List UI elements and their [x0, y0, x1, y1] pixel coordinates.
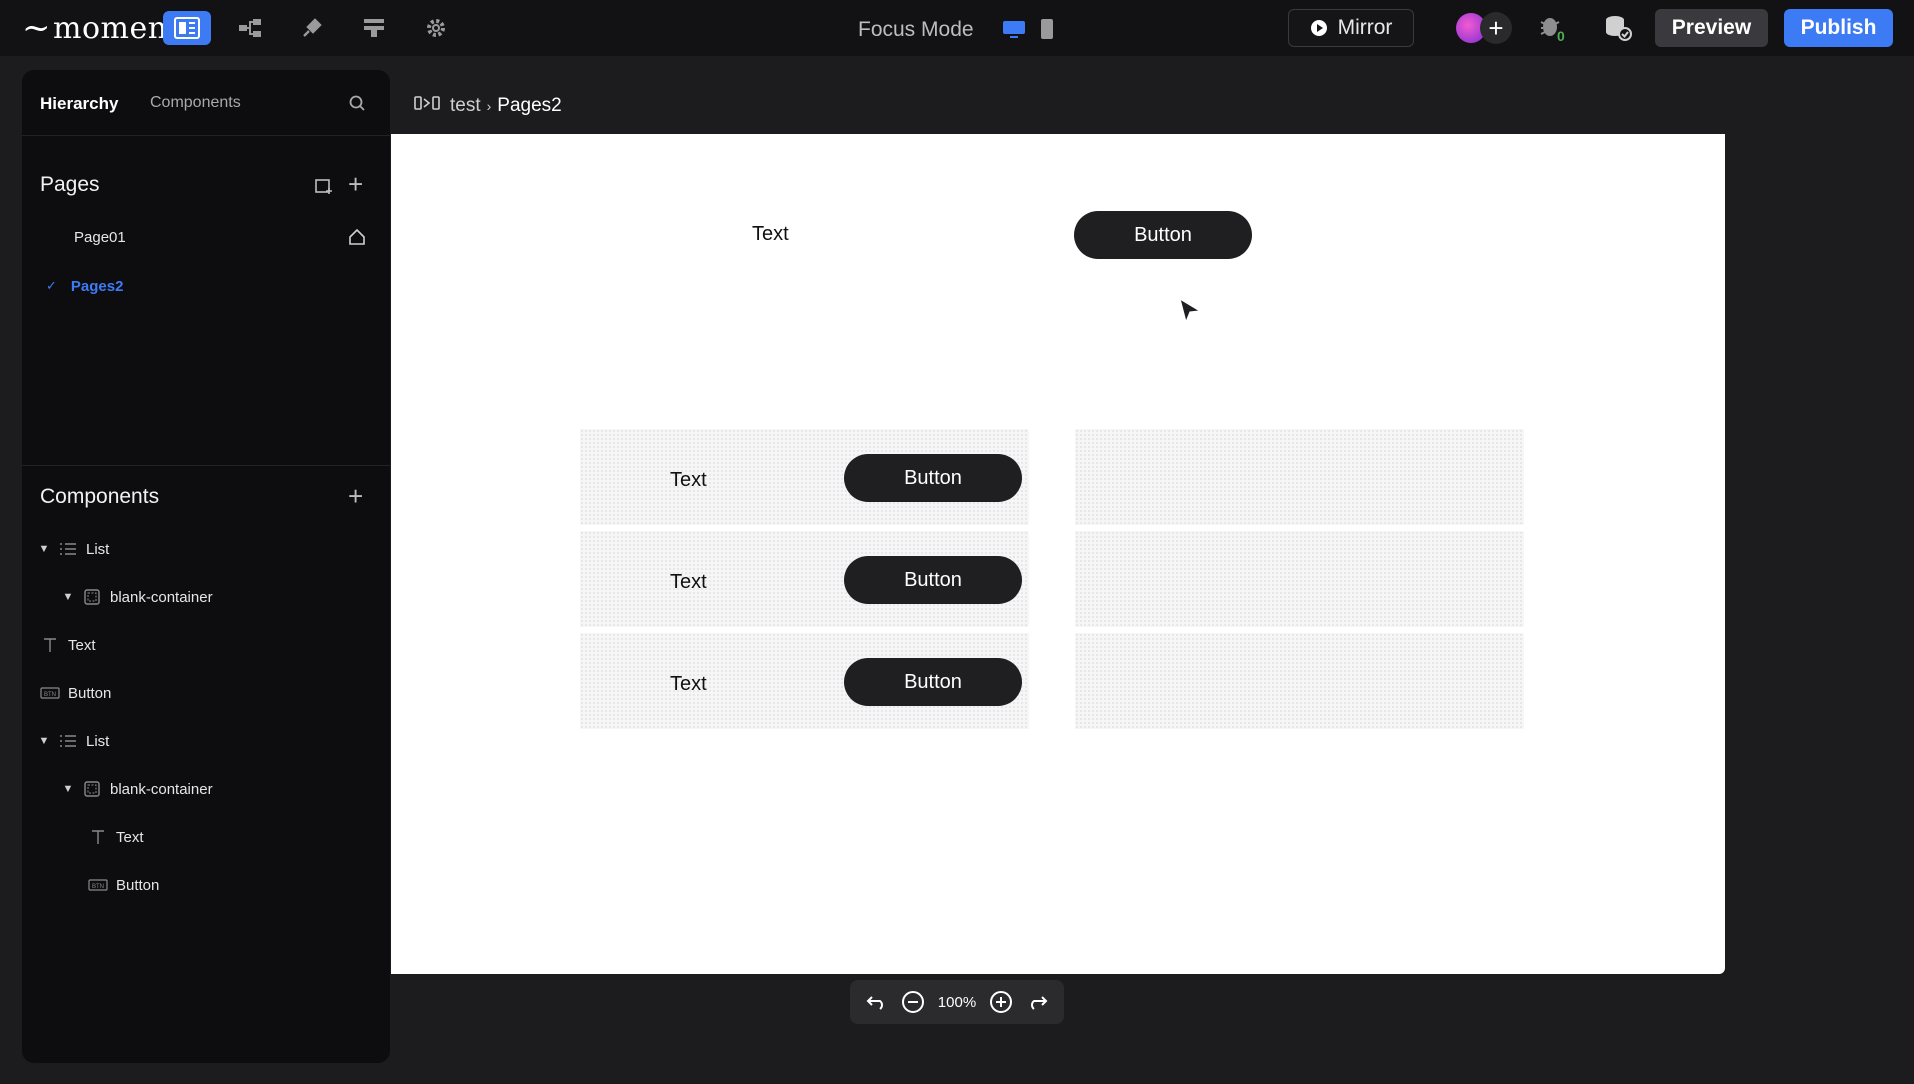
svg-text:BTN: BTN — [44, 692, 56, 698]
list-item-button[interactable]: Button — [844, 658, 1022, 706]
tab-hierarchy[interactable]: Hierarchy — [40, 94, 118, 114]
text-icon — [40, 636, 60, 654]
button-icon: BTN — [40, 684, 60, 702]
tree-item-text[interactable]: Text — [88, 819, 144, 855]
tree-label: List — [86, 732, 110, 750]
mobile-device-icon[interactable] — [1040, 18, 1054, 45]
left-panel: Hierarchy Components Pages + Page01 ✓ Pa… — [22, 70, 390, 1063]
tree-label: Text — [116, 828, 144, 846]
tree-item-button[interactable]: BTN Button — [40, 675, 111, 711]
settings-gear-icon[interactable] — [412, 11, 460, 45]
zoom-toolbar: 100% — [850, 980, 1064, 1024]
tree-item-list[interactable]: ▼ List — [38, 723, 110, 759]
container-icon — [82, 780, 102, 798]
caret-down-icon[interactable]: ▼ — [62, 783, 74, 795]
tree-label: blank-container — [110, 780, 213, 798]
redo-icon[interactable] — [1026, 993, 1048, 1011]
list-item-button[interactable]: Button — [844, 454, 1022, 502]
add-page-icon[interactable]: + — [348, 171, 363, 197]
list-icon — [58, 540, 78, 558]
breadcrumb: test › Pages2 — [414, 94, 562, 118]
breadcrumb-project[interactable]: test — [450, 95, 481, 117]
mirror-button[interactable]: Mirror — [1288, 9, 1414, 47]
page-label: Page01 — [74, 228, 126, 246]
momen-logo: ~ momen — [22, 8, 168, 48]
text-icon — [88, 828, 108, 846]
chevron-right-icon: › — [486, 98, 492, 114]
button-icon: BTN — [88, 876, 108, 894]
list-item-text[interactable]: Text — [670, 571, 707, 594]
add-component-icon[interactable]: + — [348, 483, 363, 509]
zoom-level[interactable]: 100% — [938, 994, 976, 1011]
panel-tabs: Hierarchy Components — [22, 70, 390, 136]
canvas-button[interactable]: Button — [1074, 211, 1252, 259]
list-item[interactable]: Text Button — [580, 633, 1029, 729]
logic-flow-icon[interactable] — [226, 11, 274, 45]
zoom-out-icon[interactable] — [901, 990, 925, 1014]
list-item[interactable]: Text Button — [580, 429, 1029, 525]
app-home-icon[interactable] — [414, 94, 444, 118]
focus-mode-toggle[interactable]: Focus Mode — [858, 18, 974, 42]
list-item-button[interactable]: Button — [844, 556, 1022, 604]
database-status-icon[interactable] — [1604, 14, 1632, 47]
tree-label: List — [86, 540, 110, 558]
tree-label: Button — [116, 876, 160, 894]
checkmark-icon: ✓ — [46, 278, 57, 293]
components-section-title: Components — [40, 485, 160, 508]
debug-count: 0 — [1557, 28, 1565, 44]
breadcrumb-page[interactable]: Pages2 — [497, 95, 561, 117]
tree-item-blank-container[interactable]: ▼ blank-container — [62, 579, 213, 615]
list-item-text[interactable]: Text — [670, 469, 707, 492]
invite-collaborator-button[interactable]: + — [1480, 12, 1512, 44]
caret-down-icon[interactable]: ▼ — [38, 735, 50, 747]
mirror-label: Mirror — [1337, 16, 1393, 39]
list-item[interactable] — [1075, 531, 1524, 627]
tree-label: Button — [68, 684, 112, 702]
svg-text:BTN: BTN — [92, 884, 104, 890]
tree-item-text[interactable]: Text — [40, 627, 96, 663]
mouse-cursor-icon — [1178, 297, 1204, 330]
list-item[interactable] — [1075, 633, 1524, 729]
page-item-pages2[interactable]: ✓ Pages2 — [22, 266, 390, 306]
home-icon[interactable] — [348, 228, 366, 250]
data-model-icon[interactable] — [350, 11, 398, 45]
play-icon — [1310, 20, 1327, 36]
debug-icon[interactable]: 0 — [1538, 14, 1568, 49]
add-page-folder-icon[interactable] — [314, 174, 334, 200]
divider — [22, 465, 390, 466]
pages-section-title: Pages — [40, 173, 100, 196]
tree-item-blank-container[interactable]: ▼ blank-container — [62, 771, 213, 807]
list-icon — [58, 732, 78, 750]
tree-label: Text — [68, 636, 96, 654]
list-item-text[interactable]: Text — [670, 673, 707, 696]
desktop-device-icon[interactable] — [1002, 20, 1026, 45]
list-item[interactable]: Text Button — [580, 531, 1029, 627]
tree-item-list[interactable]: ▼ List — [38, 531, 110, 567]
caret-down-icon[interactable]: ▼ — [38, 543, 50, 555]
logo-text: momen — [53, 10, 168, 46]
caret-down-icon[interactable]: ▼ — [62, 591, 74, 603]
zoom-in-icon[interactable] — [989, 990, 1013, 1014]
container-icon — [82, 588, 102, 606]
publish-button[interactable]: Publish — [1784, 9, 1893, 47]
layout-icon[interactable] — [163, 11, 211, 45]
search-icon[interactable] — [348, 94, 366, 117]
tree-label: blank-container — [110, 588, 213, 606]
canvas-text[interactable]: Text — [752, 223, 789, 246]
plugin-icon[interactable] — [288, 11, 336, 45]
undo-icon[interactable] — [866, 993, 888, 1011]
design-canvas[interactable]: Text Button Text Button Text Button Text… — [391, 134, 1725, 974]
preview-button[interactable]: Preview — [1655, 9, 1768, 47]
tree-item-button[interactable]: BTN Button — [88, 867, 159, 903]
list-item[interactable] — [1075, 429, 1524, 525]
top-toolbar: ~ momen Focus Mode Mirror + 0 Preview Pub… — [0, 0, 1914, 56]
page-label: Pages2 — [70, 277, 124, 295]
tab-components[interactable]: Components — [150, 94, 241, 112]
page-item-page01[interactable]: Page01 — [22, 217, 390, 257]
